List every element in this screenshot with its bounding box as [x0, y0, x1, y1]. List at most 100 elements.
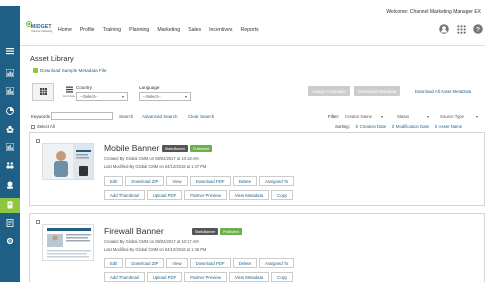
company-logo[interactable]: MIDGET channel marketing [25, 20, 55, 38]
advanced-search-button[interactable]: Advanced Search [142, 112, 178, 120]
nav-planning[interactable]: Planning [129, 27, 149, 33]
view-metadata-button[interactable]: View Metadata [228, 190, 270, 200]
download-zip-button[interactable]: Download ZIP [125, 176, 165, 186]
language-label: Language [139, 85, 160, 90]
nav-home[interactable]: Home [58, 27, 72, 33]
chevron-down-icon: ▾ [184, 94, 187, 99]
grid-view-button[interactable] [32, 83, 54, 101]
page-title: Asset Library [30, 54, 74, 63]
user-icon[interactable] [5, 200, 15, 210]
upload-pdf-button[interactable]: Upload PDF [146, 272, 183, 282]
asset-actions-row-2: Add Thumbnail Upload PDF Partner Preview… [104, 272, 294, 282]
welcome-text: Welcome: Channel Marketing Manager EX [386, 9, 481, 15]
download-metadata-button[interactable]: Download Metadata [354, 86, 400, 96]
creator-name-filter-value: Creator Name [345, 114, 372, 119]
sorting-bar: Sorting: ⇕ Creation Date ⇕ Modification … [335, 124, 462, 130]
chart-icon[interactable] [5, 68, 15, 78]
download-zip-button[interactable]: Download ZIP [125, 258, 165, 268]
copy-button[interactable]: Copy [271, 272, 294, 282]
status-badge: Published [220, 228, 242, 235]
add-thumbnail-button[interactable]: Add Thumbnail [104, 272, 145, 282]
assigned-to-button[interactable]: Assigned To [258, 258, 295, 268]
svg-text:?: ? [476, 26, 480, 33]
select-all-checkbox[interactable] [31, 124, 35, 129]
chevron-down-icon: ▾ [121, 94, 124, 99]
sort-modification-date[interactable]: ⇕ Modification Date [391, 124, 429, 130]
header-icons: ? [439, 24, 483, 34]
nav-training[interactable]: Training [103, 27, 122, 33]
select-all-label: Select All [37, 124, 55, 129]
clear-search-button[interactable]: Clear Search [188, 112, 214, 120]
asset-checkbox[interactable] [36, 139, 40, 143]
country-label: Country [76, 85, 93, 90]
download-sample-metadata-link[interactable]: Download Sample Metadata File [33, 68, 106, 73]
asset-title[interactable]: Mobile Banner [104, 143, 159, 153]
gear-icon[interactable] [5, 236, 15, 246]
profile-icon[interactable] [439, 24, 449, 34]
status-badge: Published [190, 145, 212, 152]
asset-modified-info: Last Modified By Global CMM on 04/12/201… [104, 247, 207, 252]
menu-icon[interactable] [5, 46, 15, 56]
country-select-value: --Select-- [80, 94, 98, 99]
top-header: Welcome: Channel Marketing Manager EX MI… [20, 0, 485, 46]
help-icon[interactable]: ? [473, 24, 483, 34]
language-select-value: --Select-- [143, 94, 161, 99]
nav-reports[interactable]: Reports [240, 27, 258, 33]
status-filter[interactable]: Status ▾ [394, 112, 432, 121]
creator-name-filter[interactable]: Creator Name ▾ [342, 112, 386, 121]
country-select[interactable]: --Select-- ▾ [76, 92, 128, 101]
nav-incentives[interactable]: Incentives [209, 27, 232, 33]
nav-sales[interactable]: Sales [188, 27, 201, 33]
keywords-input[interactable] [51, 112, 113, 120]
partner-preview-button[interactable]: Partner Preview [184, 272, 227, 282]
source-type-filter[interactable]: Source Type ▾ [437, 112, 481, 121]
edit-button[interactable]: Edit [104, 258, 124, 268]
users-icon[interactable] [5, 142, 15, 152]
view-metadata-button[interactable]: View Metadata [228, 272, 270, 282]
asset-created-info: Created By Global CMM on 08/04/2017 at 1… [104, 239, 199, 244]
people-icon[interactable] [5, 160, 15, 170]
edit-button[interactable]: Edit [104, 176, 124, 186]
excel-icon [33, 68, 38, 73]
group-icon[interactable] [5, 124, 15, 134]
add-thumbnail-button[interactable]: Add Thumbnail [104, 190, 145, 200]
search-button[interactable]: Search [119, 112, 133, 120]
grid-view-icon [39, 88, 47, 95]
logo-tagline: channel marketing [31, 30, 53, 33]
asset-title[interactable]: Firewall Banner [104, 226, 164, 236]
document-icon[interactable] [5, 218, 15, 228]
asset-checkbox[interactable] [36, 220, 40, 224]
partner-preview-button[interactable]: Partner Preview [184, 190, 227, 200]
upload-pdf-button[interactable]: Upload PDF [146, 190, 183, 200]
nav-marketing[interactable]: Marketing [157, 27, 180, 33]
assign-campaign-button[interactable]: Assign Campaign [308, 86, 350, 96]
apps-grid-icon[interactable] [456, 24, 466, 34]
language-select[interactable]: --Select-- ▾ [139, 92, 191, 101]
chart-icon[interactable] [5, 106, 15, 116]
chart-icon[interactable] [5, 86, 15, 96]
nav-profile[interactable]: Profile [80, 27, 95, 33]
delete-button[interactable]: Delete [232, 176, 257, 186]
asset-thumbnail[interactable] [42, 143, 94, 180]
asset-actions-row-1: Edit Download ZIP View Download PDF Dele… [104, 258, 295, 268]
sort-creation-date[interactable]: ⇕ Creation Date [355, 124, 386, 130]
asset-card: Firewall Banner StaticBanner Published C… [29, 213, 485, 282]
download-pdf-button[interactable]: Download PDF [189, 176, 231, 186]
download-pdf-button[interactable]: Download PDF [189, 258, 231, 268]
list-view-icon [65, 86, 73, 93]
download-all-metadata-button[interactable]: Download All Asset MetaData [404, 86, 482, 96]
asset-modified-info: Last Modified By Global CMM on 04/12/201… [104, 164, 207, 169]
source-type-filter-value: Source Type [440, 114, 465, 119]
asset-type-badge: StaticBanner [162, 145, 188, 152]
asset-thumbnail[interactable] [42, 224, 94, 261]
sort-asset-name[interactable]: ⇕ Asset Name [434, 124, 462, 130]
view-button[interactable]: View [166, 176, 188, 186]
asset-actions-row-2: Add Thumbnail Upload PDF Partner Preview… [104, 190, 294, 200]
delete-button[interactable]: Delete [232, 258, 257, 268]
copy-button[interactable]: Copy [271, 190, 294, 200]
sidebar [0, 0, 20, 282]
view-button[interactable]: View [166, 258, 188, 268]
select-all[interactable]: Select All [31, 124, 55, 129]
org-icon[interactable] [5, 180, 15, 190]
assigned-to-button[interactable]: Assigned To [258, 176, 295, 186]
